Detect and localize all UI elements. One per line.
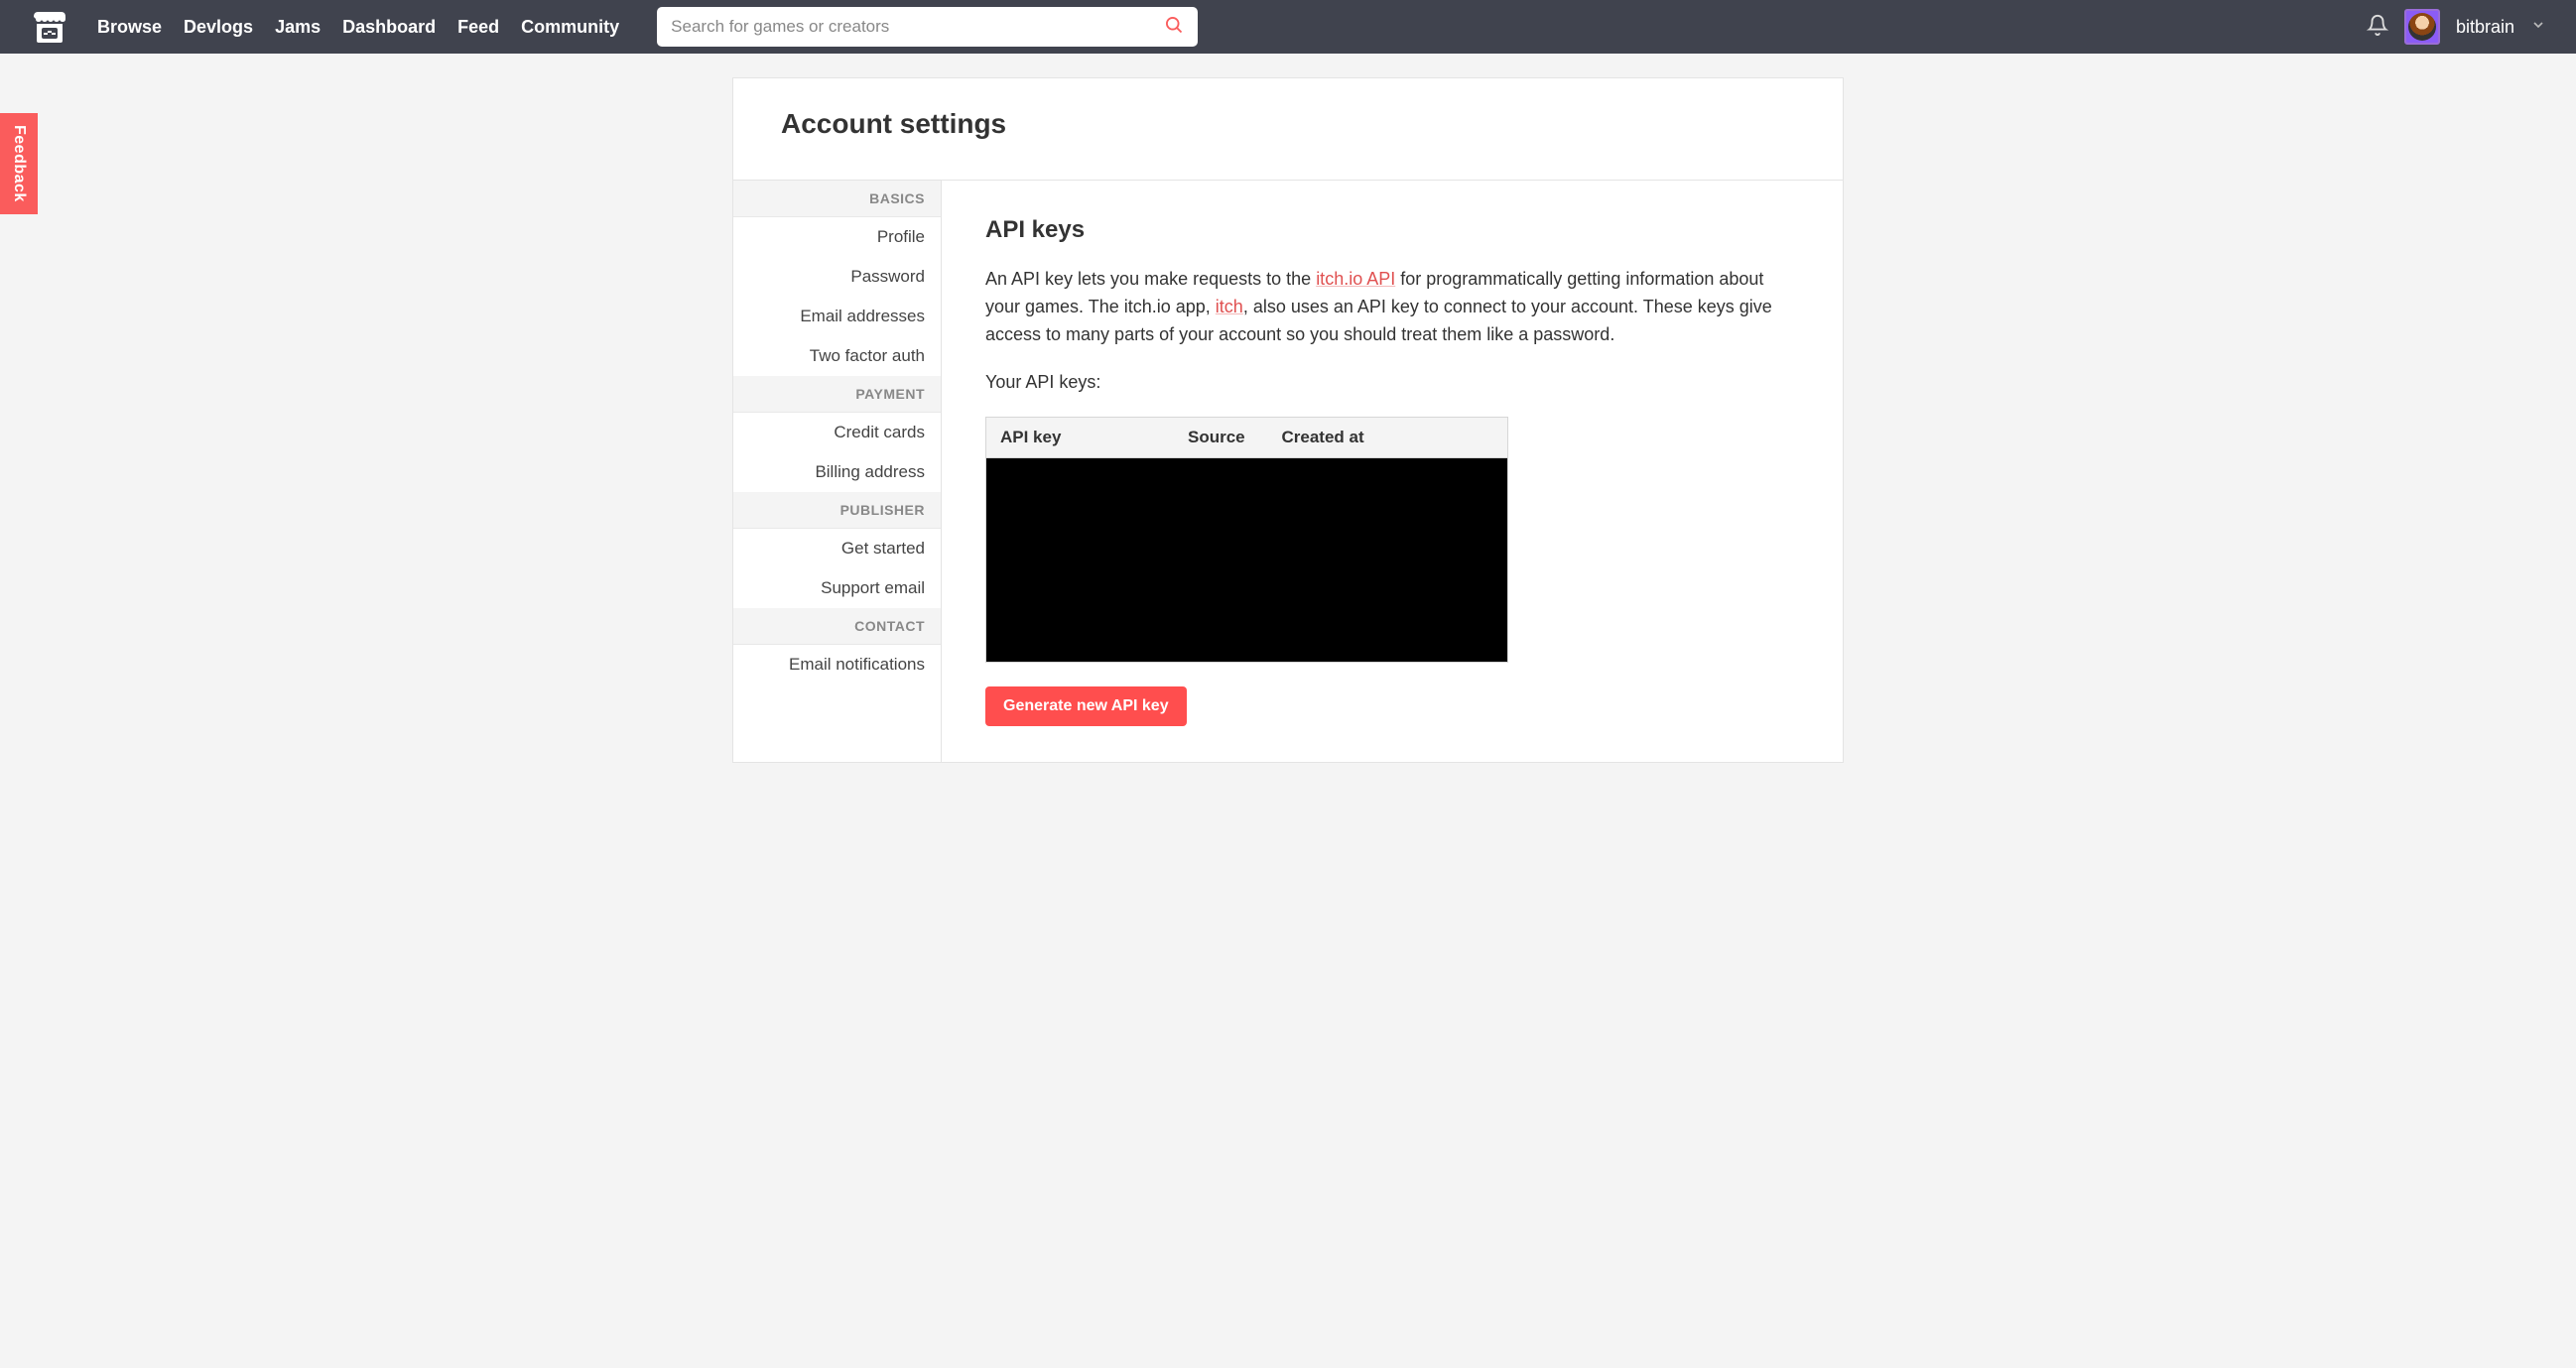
site-logo[interactable] <box>30 9 69 45</box>
avatar[interactable] <box>2404 9 2440 45</box>
page-header: Account settings <box>733 78 1843 181</box>
col-api-key: API key <box>986 418 1174 458</box>
sidebar-item-email-notifications[interactable]: Email notifications <box>733 645 941 684</box>
sidebar-item-support-email[interactable]: Support email <box>733 568 941 608</box>
page-title: Account settings <box>781 108 1795 140</box>
col-source: Source <box>1174 418 1268 458</box>
sidebar-section-basics: BASICS <box>733 181 941 217</box>
notifications-icon[interactable] <box>2367 14 2388 41</box>
itch-app-link[interactable]: itch <box>1216 297 1243 316</box>
sidebar-item-credit-cards[interactable]: Credit cards <box>733 413 941 452</box>
sidebar-item-get-started[interactable]: Get started <box>733 529 941 568</box>
sidebar-section-contact: CONTACT <box>733 608 941 645</box>
sidebar-item-two-factor-auth[interactable]: Two factor auth <box>733 336 941 376</box>
sidebar-section-publisher: PUBLISHER <box>733 492 941 529</box>
settings-sidebar: BASICS Profile Password Email addresses … <box>733 181 942 762</box>
sidebar-item-email-addresses[interactable]: Email addresses <box>733 297 941 336</box>
sidebar-item-password[interactable]: Password <box>733 257 941 297</box>
settings-page: Account settings BASICS Profile Password… <box>732 77 1844 763</box>
sidebar-item-billing-address[interactable]: Billing address <box>733 452 941 492</box>
nav-feed[interactable]: Feed <box>457 17 499 38</box>
sidebar-section-payment: PAYMENT <box>733 376 941 413</box>
nav-jams[interactable]: Jams <box>275 17 321 38</box>
feedback-tab[interactable]: Feedback <box>0 113 38 214</box>
generate-api-key-button[interactable]: Generate new API key <box>985 686 1187 726</box>
api-keys-table: API key Source Created at <box>985 417 1508 663</box>
api-intro-paragraph: An API key lets you make requests to the… <box>985 266 1799 349</box>
user-menu-chevron-icon[interactable] <box>2530 17 2546 38</box>
content-area: API keys An API key lets you make reques… <box>942 181 1843 762</box>
search-input[interactable] <box>671 17 1156 37</box>
itchio-api-link[interactable]: itch.io API <box>1316 269 1395 289</box>
nav-devlogs[interactable]: Devlogs <box>184 17 253 38</box>
nav-dashboard[interactable]: Dashboard <box>342 17 436 38</box>
search-icon[interactable] <box>1164 15 1184 40</box>
search-container <box>657 7 1198 47</box>
top-navigation: Browse Devlogs Jams Dashboard Feed Commu… <box>0 0 2576 54</box>
nav-browse[interactable]: Browse <box>97 17 162 38</box>
nav-community[interactable]: Community <box>521 17 619 38</box>
col-created-at: Created at <box>1268 418 1508 458</box>
username[interactable]: bitbrain <box>2456 17 2514 38</box>
user-nav: bitbrain <box>2367 9 2546 45</box>
api-keys-redacted <box>986 458 1507 662</box>
sidebar-item-profile[interactable]: Profile <box>733 217 941 257</box>
content-heading: API keys <box>985 216 1799 244</box>
your-keys-label: Your API keys: <box>985 369 1799 397</box>
nav-links: Browse Devlogs Jams Dashboard Feed Commu… <box>97 17 619 38</box>
